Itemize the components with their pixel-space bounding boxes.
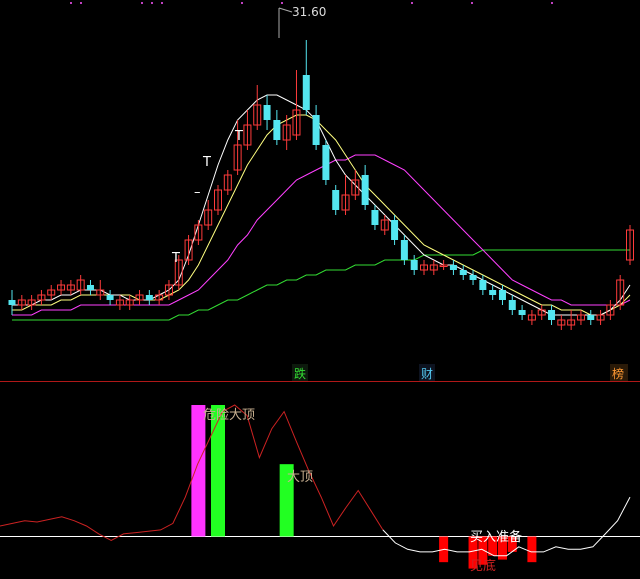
label-big-top: 大顶 (287, 470, 313, 485)
tag-bang[interactable]: 榜 (612, 366, 624, 381)
indicator-bar-0 (191, 405, 206, 537)
indicator-bar-1 (211, 405, 225, 537)
indicator-bar-9 (527, 536, 537, 563)
label-buy-ready: 买入准备 (470, 529, 522, 545)
signal-mark-1: T (202, 155, 211, 170)
candle-body-26 (263, 105, 271, 120)
top-dot-8 (471, 2, 473, 4)
candle-body-36 (361, 175, 369, 205)
peak-price-label: 31.60 (292, 5, 326, 19)
tag-die[interactable]: 跌 (294, 366, 306, 381)
label-bottom: 见底 (470, 558, 496, 574)
candle-body-40 (400, 240, 408, 260)
top-dot-7 (411, 2, 413, 4)
top-dot-2 (141, 2, 143, 4)
candle-body-59 (587, 315, 595, 320)
candle-body-37 (371, 210, 379, 225)
candle-body-48 (479, 280, 487, 290)
top-dot-1 (80, 2, 82, 4)
top-dot-9 (551, 2, 553, 4)
candle-body-0 (8, 300, 16, 305)
candle-body-55 (548, 310, 556, 320)
candle-body-46 (459, 270, 467, 275)
signal-mark-3: – (194, 185, 201, 200)
candle-body-30 (302, 75, 310, 110)
candle-body-10 (106, 295, 114, 300)
candle-body-49 (489, 290, 497, 295)
candle-body-33 (332, 190, 340, 210)
candle-body-14 (145, 295, 153, 300)
top-dot-4 (161, 2, 163, 4)
candle-body-32 (322, 145, 330, 180)
candle-body-47 (469, 275, 477, 280)
tag-cai[interactable]: 财 (421, 367, 433, 381)
top-dot-0 (70, 2, 72, 4)
candle-body-52 (518, 310, 526, 315)
stock-chart-canvas: TTT– 31.60 跌 财 榜 危险大顶 大顶 买入准备 见底 (0, 0, 640, 579)
candle-body-41 (410, 260, 418, 270)
top-dot-5 (241, 2, 243, 4)
top-dot-3 (151, 2, 153, 4)
candle-body-8 (86, 285, 94, 290)
candle-body-27 (273, 120, 281, 140)
label-danger-top: 危险大顶 (203, 408, 255, 423)
candle-body-45 (449, 265, 457, 270)
top-dot-6 (281, 2, 283, 4)
candle-body-51 (508, 300, 516, 310)
candle-body-39 (391, 220, 399, 240)
candle-body-31 (312, 115, 320, 145)
signal-mark-0: T (171, 251, 180, 266)
candle-body-50 (498, 290, 506, 300)
signal-mark-2: T (234, 129, 243, 144)
